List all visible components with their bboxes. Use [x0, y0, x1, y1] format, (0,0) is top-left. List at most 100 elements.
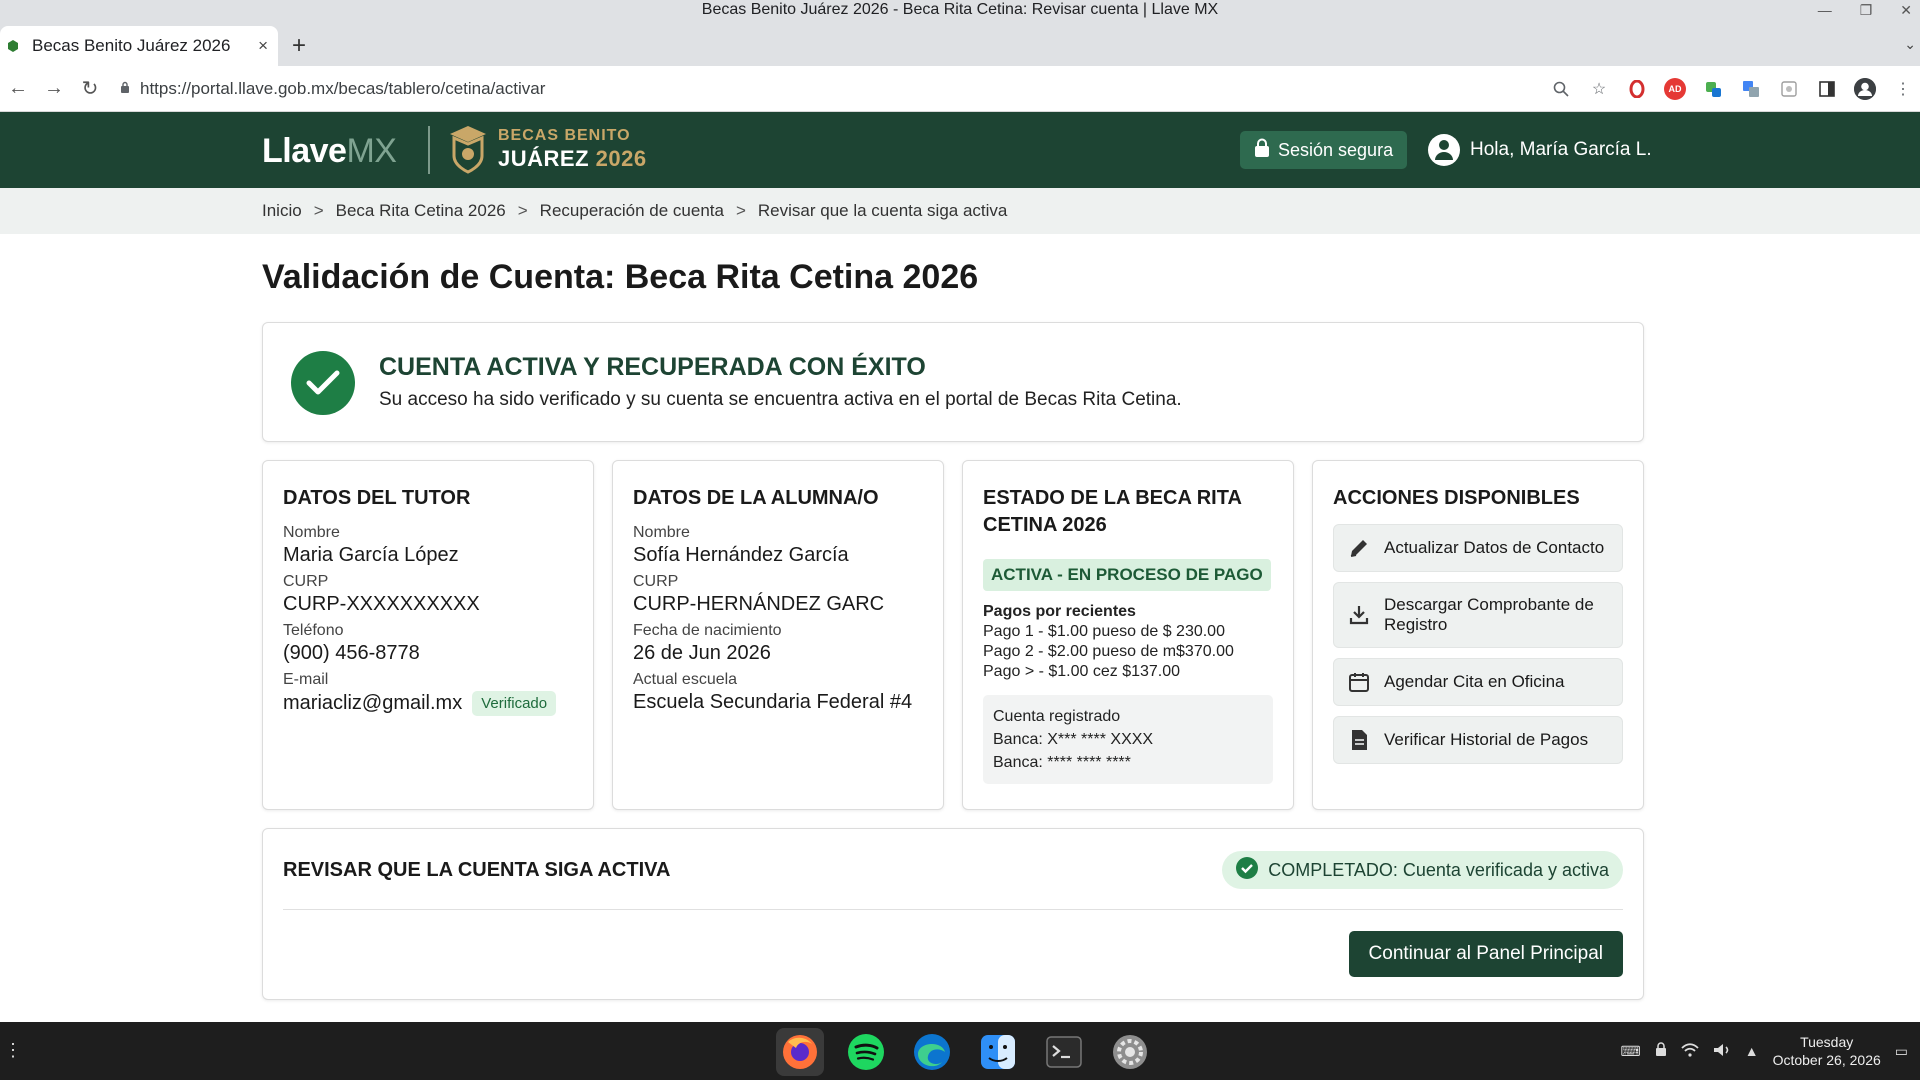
minimize-button[interactable]: — — [1818, 0, 1832, 20]
review-section: REVISAR QUE LA CUENTA SIGA ACTIVA COMPLE… — [262, 828, 1644, 1000]
maximize-button[interactable]: ❐ — [1860, 0, 1873, 20]
breadcrumb-item-beca[interactable]: Beca Rita Cetina 2026 — [336, 201, 506, 221]
terminal-icon[interactable] — [1040, 1028, 1088, 1076]
secure-session-label: Sesión segura — [1278, 139, 1394, 160]
user-menu[interactable]: Hola, María García L. — [1428, 132, 1652, 168]
extension-icon[interactable] — [1702, 78, 1724, 100]
breadcrumb-item-recuperacion[interactable]: Recuperación de cuenta — [540, 201, 724, 221]
user-avatar-icon — [1428, 134, 1460, 166]
zoom-icon[interactable] — [1550, 78, 1572, 100]
edge-icon[interactable] — [908, 1028, 956, 1076]
browser-tab[interactable]: Becas Benito Juárez 2026 × — [0, 26, 278, 66]
update-contact-label: Actualizar Datos de Contacto — [1384, 538, 1605, 557]
tutor-phone: (900) 456-8778 — [283, 642, 420, 664]
toolbar-icons: ☆ AD ⋮ — [1550, 66, 1914, 112]
browser-toolbar: ← → ↻ https://portal.llave.gob.mx/becas/… — [0, 66, 1920, 112]
student-school: Escuela Secundaria Federal #4 — [633, 691, 913, 713]
url-text: https://portal.llave.gob.mx/becas/tabler… — [140, 79, 546, 98]
success-title: CUENTA ACTIVA Y RECUPERADA CON ÉXITO — [379, 353, 926, 381]
check-circle-icon — [1236, 856, 1259, 884]
wifi-icon[interactable] — [1681, 1042, 1699, 1060]
completed-label: COMPLETADO: Cuenta verificada y activa — [1268, 859, 1609, 880]
update-contact-button[interactable]: Actualizar Datos de Contacto — [1333, 524, 1623, 572]
student-curp-label: CURP — [633, 573, 679, 590]
payment-line: Pago 2 - $2.00 pueso de m$370.00 — [983, 643, 1234, 660]
tab-title: Becas Benito Juárez 2026 — [32, 36, 231, 55]
secure-session-badge: Sesión segura — [1240, 131, 1408, 169]
success-description: Su acceso ha sido verificado y su cuenta… — [379, 389, 1182, 410]
show-desktop-icon[interactable]: ▭ — [1895, 1043, 1908, 1060]
bank-account-1: Banca: X*** **** XXXX — [993, 731, 1154, 748]
address-bar[interactable]: https://portal.llave.gob.mx/becas/tabler… — [108, 71, 1588, 107]
actions-card: ACCIONES DISPONIBLES Actualizar Datos de… — [1312, 460, 1644, 810]
bookmark-star-icon[interactable]: ☆ — [1588, 78, 1610, 100]
finder-icon[interactable] — [974, 1028, 1022, 1076]
breadcrumb-separator: > — [735, 201, 746, 220]
student-heading: DATOS DE LA ALUMNA/O — [633, 487, 879, 509]
tab-close-button[interactable]: × — [258, 36, 268, 56]
payment-history-label: Verificar Historial de Pagos — [1384, 730, 1589, 749]
clock[interactable]: Tuesday October 26, 2026 — [1773, 1033, 1881, 1069]
user-greeting: Hola, María García L. — [1470, 139, 1652, 160]
translate-icon[interactable] — [1740, 78, 1762, 100]
back-button[interactable]: ← — [0, 77, 36, 100]
schedule-appointment-label: Agendar Cita en Oficina — [1384, 672, 1565, 691]
clock-date: October 26, 2026 — [1772, 1052, 1881, 1068]
breadcrumb-separator: > — [313, 201, 324, 220]
window-titlebar: Becas Benito Juárez 2026 - Beca Rita Cet… — [0, 0, 1920, 20]
logo-llave-text: Llave — [262, 132, 347, 170]
logo-mx-text: MX — [346, 132, 397, 170]
tab-strip: Becas Benito Juárez 2026 × + ⌄ — [0, 20, 1920, 66]
side-panel-icon[interactable] — [1816, 78, 1838, 100]
close-window-button[interactable]: ✕ — [1900, 0, 1912, 20]
calendar-icon — [1346, 669, 1372, 695]
profile-avatar-icon[interactable] — [1854, 78, 1876, 100]
forward-button[interactable]: → — [36, 77, 72, 100]
spotify-icon[interactable] — [842, 1028, 890, 1076]
keyboard-icon[interactable]: ⌨ — [1621, 1043, 1641, 1060]
tutor-card: DATOS DEL TUTOR Nombre Maria García Lópe… — [262, 460, 594, 810]
opera-extension-icon[interactable] — [1626, 78, 1648, 100]
breadcrumb-item-current: Revisar que la cuenta siga activa — [757, 201, 1008, 220]
tutor-name: Maria García López — [283, 544, 459, 566]
lock-icon — [120, 81, 130, 97]
firefox-icon[interactable] — [776, 1028, 824, 1076]
tray-expand-icon[interactable]: ▲ — [1745, 1043, 1759, 1059]
payment-line: Pago 1 - $1.00 pueso de $ 230.00 — [983, 623, 1225, 640]
tutor-curp-label: CURP — [283, 573, 329, 590]
chevron-down-icon[interactable]: ⌄ — [1904, 36, 1916, 53]
registered-account-label: Cuenta registrado — [993, 708, 1121, 725]
breadcrumb-item-inicio[interactable]: Inicio — [262, 201, 302, 221]
new-tab-button[interactable]: + — [292, 32, 306, 60]
completed-badge: COMPLETADO: Cuenta verificada y activa — [1222, 851, 1623, 889]
payments-heading: Pagos por recientes — [983, 603, 1136, 620]
student-curp: CURP-HERNÁNDEZ GARC — [633, 593, 885, 615]
header-divider — [428, 126, 430, 174]
payment-line: Pago > - $1.00 cez $137.00 — [983, 663, 1181, 680]
actions-heading: ACCIONES DISPONIBLES — [1333, 487, 1580, 509]
document-icon — [1346, 727, 1372, 753]
success-alert: CUENTA ACTIVA Y RECUPERADA CON ÉXITO Su … — [262, 322, 1644, 442]
llave-mx-logo[interactable]: LlaveMX — [262, 132, 397, 171]
schedule-appointment-button[interactable]: Agendar Cita en Oficina — [1333, 658, 1623, 706]
reload-button[interactable]: ↻ — [72, 76, 108, 101]
review-title: REVISAR QUE LA CUENTA SIGA ACTIVA — [283, 859, 671, 881]
tutor-email: mariacliz@gmail.mx — [283, 692, 463, 714]
volume-icon[interactable] — [1713, 1043, 1731, 1060]
download-receipt-button[interactable]: Descargar Comprobante de Registro — [1333, 582, 1623, 648]
lock-icon — [1254, 138, 1270, 163]
download-receipt-label: Descargar Comprobante de Registro — [1384, 595, 1594, 634]
apps-menu-icon[interactable]: ⋮ — [4, 1040, 22, 1061]
continue-button[interactable]: Continuar al Panel Principal — [1348, 931, 1623, 977]
kebab-menu-icon[interactable]: ⋮ — [1892, 78, 1914, 100]
screenshot-extension-icon[interactable] — [1778, 78, 1800, 100]
becas-benito-juarez-logo: BECAS BENITO JUÁREZ 2026 — [498, 128, 647, 170]
lock-icon[interactable] — [1655, 1042, 1667, 1060]
dock — [776, 1028, 1154, 1076]
pencil-icon — [1346, 535, 1372, 561]
settings-icon[interactable] — [1106, 1028, 1154, 1076]
payment-history-button[interactable]: Verificar Historial de Pagos — [1333, 716, 1623, 764]
download-icon — [1346, 602, 1372, 628]
adblock-extension-icon[interactable]: AD — [1664, 78, 1686, 100]
tutor-curp: CURP-XXXXXXXXXX — [283, 593, 480, 615]
